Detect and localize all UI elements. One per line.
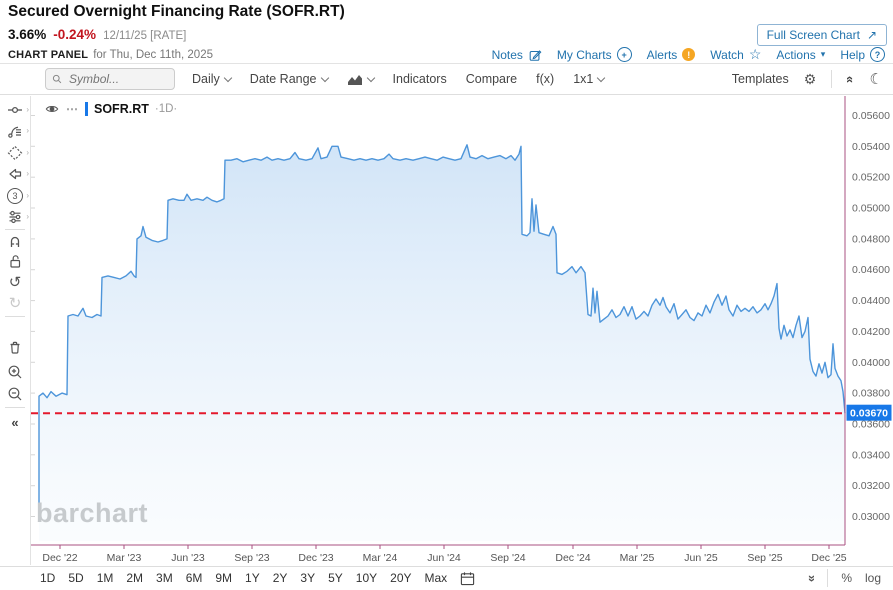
range-button-1y[interactable]: 1Y [245,571,260,585]
x-axis-label: Dec '22 [42,552,77,564]
range-button-max[interactable]: Max [425,571,448,585]
bottom-separator [827,569,829,587]
y-axis-label: 0.05400 [852,141,890,153]
x-axis-label: Mar '24 [363,552,398,564]
range-button-3y[interactable]: 3Y [300,571,315,585]
range-button-1m[interactable]: 1M [97,571,114,585]
range-button-5d[interactable]: 5D [68,571,83,585]
y-axis-label: 0.04400 [852,295,890,307]
barchart-watermark: barchart [36,498,149,528]
x-axis-label: Jun '23 [171,552,205,564]
log-scale-button[interactable]: log [865,571,881,585]
legend-period: ·1D· [154,103,178,115]
x-axis-label: Dec '25 [811,552,846,564]
ellipsis-menu-icon[interactable]: ⋯ [66,102,79,116]
range-button-3m[interactable]: 3M [156,571,173,585]
percent-scale-button[interactable]: % [841,571,852,585]
y-axis-label: 0.05000 [852,203,890,215]
y-axis-label: 0.04200 [852,326,890,338]
range-buttons: 1D 5D 1M 2M 3M 6M 9M 1Y 2Y 3Y 5Y 10Y 20Y Max [40,571,460,585]
legend-symbol[interactable]: SOFR.RT [94,102,149,116]
y-axis-label: 0.03200 [852,480,890,492]
x-axis-label: Sep '24 [490,552,525,564]
series-area [39,144,845,542]
x-axis-label: Mar '25 [620,552,655,564]
scale-controls: « % log [803,569,881,587]
range-button-10y[interactable]: 10Y [356,571,377,585]
x-axis-label: Sep '23 [234,552,269,564]
range-button-1d[interactable]: 1D [40,571,55,585]
range-button-5y[interactable]: 5Y [328,571,343,585]
x-axis-label: Jun '25 [684,552,718,564]
double-chevron-down-icon[interactable]: « [803,574,818,581]
chart-legend: ⋯ SOFR.RT ·1D· [44,102,177,116]
x-axis-label: Jun '24 [427,552,461,564]
barchart-chart-page: { "header": { "title": "Secured Overnigh… [0,0,893,590]
last-price-axis-label: 0.03670 [850,408,888,420]
y-axis-label: 0.03400 [852,449,890,461]
range-toolbar: 1D 5D 1M 2M 3M 6M 9M 1Y 2Y 3Y 5Y 10Y 20Y Max « % log [0,566,893,589]
y-axis-label: 0.03000 [852,511,890,523]
y-axis-label: 0.04000 [852,357,890,369]
x-axis-label: Dec '23 [298,552,333,564]
calendar-icon[interactable] [460,571,475,586]
range-button-2y[interactable]: 2Y [273,571,288,585]
range-button-6m[interactable]: 6M [186,571,203,585]
range-button-9m[interactable]: 9M [215,571,232,585]
series-color-bar [85,102,88,116]
y-axis-label: 0.03800 [852,388,890,400]
x-axis-label: Dec '24 [555,552,590,564]
range-button-2m[interactable]: 2M [126,571,143,585]
y-axis-label: 0.05600 [852,110,890,122]
y-axis-label: 0.04600 [852,264,890,276]
x-axis-label: Mar '23 [107,552,142,564]
y-axis-label: 0.05200 [852,172,890,184]
y-axis-label: 0.04800 [852,233,890,245]
x-axis-label: Sep '25 [747,552,782,564]
eye-icon[interactable] [44,102,60,116]
range-button-20y[interactable]: 20Y [390,571,411,585]
